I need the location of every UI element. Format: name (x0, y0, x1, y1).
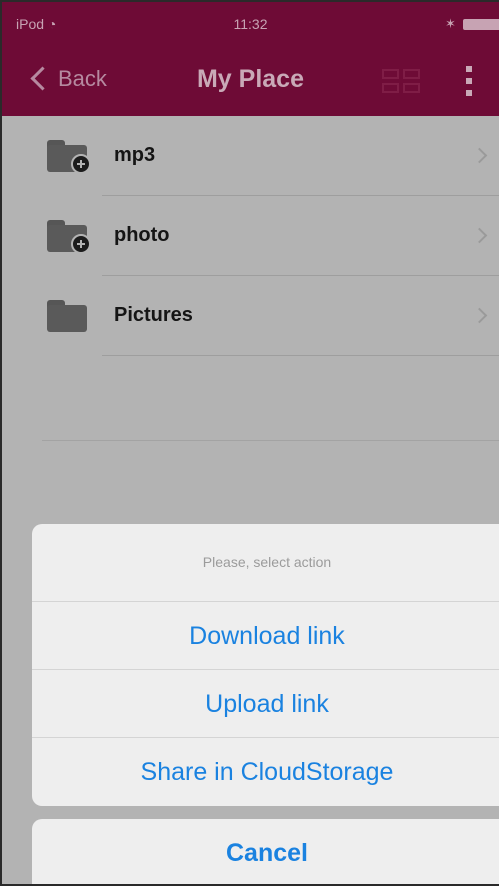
page-title: My Place (196, 65, 304, 93)
shared-folder-icon (47, 140, 91, 174)
bluetooth-icon: ✶ (445, 16, 456, 31)
cancel-button[interactable]: Cancel (32, 819, 499, 884)
chevron-right-icon (471, 227, 488, 244)
status-time: 11:32 (233, 16, 268, 32)
list-item-label: mp3 (114, 144, 156, 166)
folder-list: mp3 photo Pictures (2, 116, 499, 356)
more-vertical-icon[interactable] (462, 66, 476, 98)
divider (42, 440, 499, 441)
list-item-label: Pictures (114, 304, 193, 326)
chevron-right-icon (471, 147, 488, 164)
status-bar: iPod ◔ 11:32 ✶ (2, 2, 499, 46)
grid-view-icon[interactable] (382, 69, 422, 95)
download-link-button[interactable]: Download link (32, 601, 499, 669)
share-cloudstorage-button[interactable]: Share in CloudStorage (32, 737, 499, 805)
cancel-label: Cancel (226, 839, 308, 867)
chevron-right-icon (471, 307, 488, 324)
action-sheet: Please, select action Download link Uplo… (32, 524, 499, 806)
upload-link-button[interactable]: Upload link (32, 669, 499, 737)
list-item-mp3[interactable]: mp3 (2, 116, 499, 196)
folder-icon (47, 300, 91, 334)
list-item-label: photo (114, 224, 170, 246)
divider (102, 355, 499, 356)
shared-folder-icon (47, 220, 91, 254)
phone-screen: iPod ◔ 11:32 ✶ Back My Place mp3 photo P… (0, 0, 499, 886)
status-right: ✶ (439, 16, 499, 32)
list-item-pictures[interactable]: Pictures (2, 276, 499, 356)
action-sheet-title: Please, select action (202, 554, 332, 570)
navigation-bar: Back My Place (2, 46, 499, 116)
battery-icon (463, 19, 499, 30)
list-item-photo[interactable]: photo (2, 196, 499, 276)
